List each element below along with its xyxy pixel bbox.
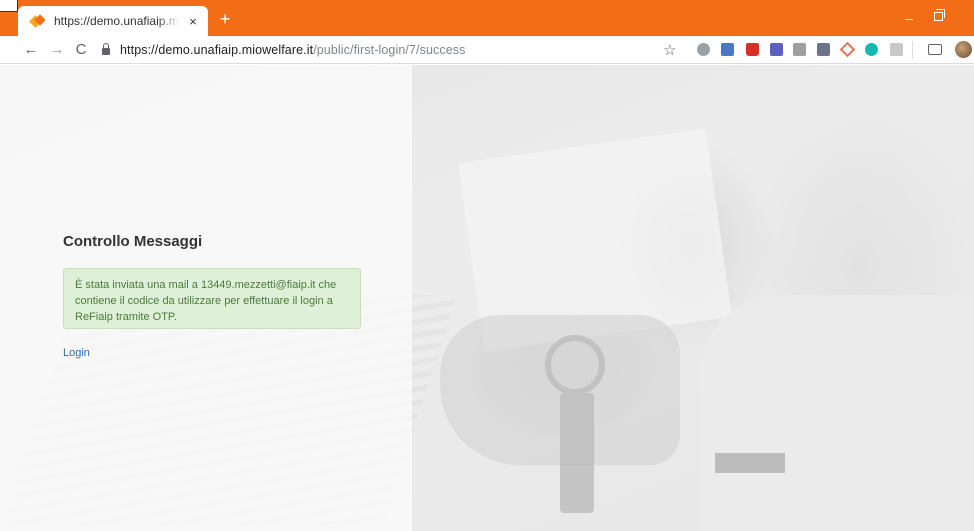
login-link[interactable]: Login xyxy=(63,347,90,359)
puzzle-icon[interactable] xyxy=(890,43,903,56)
back-button[interactable]: ← xyxy=(22,41,40,58)
url-text[interactable]: https://demo.unafiaip.miowelfare.it/publ… xyxy=(120,43,465,57)
page-title: Controllo Messaggi xyxy=(63,233,203,250)
bookmark-star-icon[interactable]: ☆ xyxy=(663,41,676,59)
circle-icon[interactable] xyxy=(865,43,878,56)
success-alert: È stata inviata una mail a 13449.mezzett… xyxy=(63,268,361,329)
restore-button[interactable] xyxy=(934,9,945,21)
lastpass-icon[interactable] xyxy=(746,43,759,56)
reload-button[interactable]: C xyxy=(72,41,90,58)
alert-message: È stata inviata una mail a 13449.mezzett… xyxy=(75,279,337,323)
toolbar-divider xyxy=(912,41,913,59)
cast-icon[interactable] xyxy=(928,44,942,55)
photo-watch xyxy=(545,335,605,395)
profile-avatar[interactable] xyxy=(955,41,972,58)
message-panel: Controllo Messaggi È stata inviata una m… xyxy=(0,65,412,531)
close-tab-icon[interactable]: × xyxy=(186,14,200,29)
photo-watch-strap xyxy=(560,393,594,513)
globe-icon[interactable] xyxy=(697,43,710,56)
lock-icon[interactable] xyxy=(102,43,110,55)
url-host: https://demo.unafiaip.miowelfare.it xyxy=(120,43,314,57)
pdf-icon[interactable] xyxy=(793,43,806,56)
photo-sleeve xyxy=(700,295,974,531)
shield-icon[interactable] xyxy=(817,43,830,56)
address-bar[interactable]: https://demo.unafiaip.miowelfare.it/publ… xyxy=(96,40,688,60)
page-viewport: Controllo Messaggi È stata inviata una m… xyxy=(0,65,974,531)
window-edge xyxy=(0,0,18,12)
browser-tab[interactable]: https://demo.unafiaip.miowelfare × xyxy=(18,6,208,36)
onenote-icon[interactable] xyxy=(770,43,783,56)
tab-title: https://demo.unafiaip.miowelfare xyxy=(54,14,180,28)
translate-icon[interactable] xyxy=(721,43,734,56)
site-favicon-icon xyxy=(29,13,46,29)
minimize-button[interactable]: – xyxy=(905,10,913,26)
photo-detail xyxy=(715,453,785,473)
url-path: /public/first-login/7/success xyxy=(313,43,466,57)
forward-button[interactable]: → xyxy=(48,41,66,58)
new-tab-button[interactable]: + xyxy=(216,10,234,29)
